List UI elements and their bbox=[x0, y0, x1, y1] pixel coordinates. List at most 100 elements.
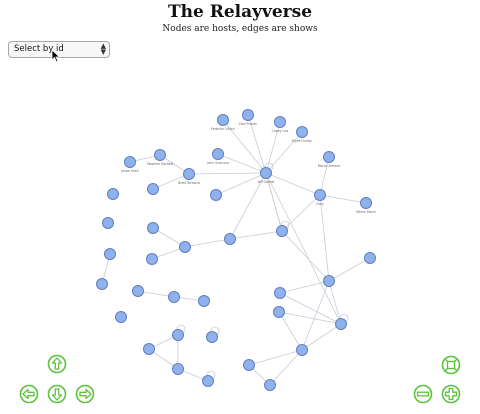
graph-node[interactable] bbox=[206, 331, 218, 343]
zoom-out-button[interactable] bbox=[413, 384, 433, 404]
node-circle[interactable] bbox=[147, 183, 159, 195]
graph-edge bbox=[215, 172, 267, 196]
graph-node[interactable] bbox=[172, 329, 184, 341]
graph-node[interactable] bbox=[276, 225, 288, 237]
node-circle[interactable] bbox=[202, 375, 214, 387]
graph-node[interactable] bbox=[132, 285, 144, 297]
graph-node[interactable]: Stephen Hackett bbox=[147, 149, 174, 167]
node-circle[interactable] bbox=[273, 306, 285, 318]
graph-node[interactable] bbox=[96, 278, 108, 290]
node-circle[interactable] bbox=[243, 359, 255, 371]
node-circle[interactable] bbox=[264, 379, 276, 391]
pan-down-button[interactable] bbox=[47, 384, 67, 404]
node-circle[interactable] bbox=[296, 344, 308, 356]
node-circle[interactable] bbox=[172, 329, 184, 341]
node-circle[interactable] bbox=[206, 331, 218, 343]
graph-edge bbox=[279, 280, 330, 294]
graph-node[interactable] bbox=[296, 344, 308, 356]
graph-node[interactable] bbox=[172, 363, 184, 375]
graph-node[interactable] bbox=[104, 248, 116, 260]
node-circle[interactable] bbox=[168, 291, 180, 303]
graph-node[interactable] bbox=[179, 241, 191, 253]
node-label: Brett Terpstra bbox=[178, 181, 200, 185]
node-label: Merlin Mann bbox=[356, 210, 376, 214]
node-circle[interactable] bbox=[360, 197, 372, 209]
network-graph[interactable]: Dan Frakes Federico Viticci Casey Liss Myke… bbox=[0, 0, 480, 414]
node-circle[interactable] bbox=[172, 363, 184, 375]
graph-edge bbox=[319, 194, 367, 204]
graph-node[interactable]: Federico Viticci bbox=[211, 114, 235, 132]
node-circle[interactable] bbox=[335, 318, 347, 330]
node-circle[interactable] bbox=[179, 241, 191, 253]
node-circle[interactable] bbox=[364, 252, 376, 264]
node-circle[interactable] bbox=[276, 225, 288, 237]
graph-node[interactable] bbox=[243, 359, 255, 371]
graph-node[interactable] bbox=[323, 275, 335, 287]
graph-node[interactable] bbox=[115, 311, 127, 323]
graph-edge bbox=[281, 194, 321, 232]
fit-view-button[interactable] bbox=[441, 355, 461, 375]
node-label: Grey bbox=[316, 202, 324, 206]
node-circle[interactable] bbox=[154, 149, 166, 161]
graph-node[interactable] bbox=[147, 222, 159, 234]
node-circle[interactable] bbox=[217, 114, 229, 126]
pan-left-button[interactable] bbox=[19, 384, 39, 404]
graph-node[interactable] bbox=[364, 252, 376, 264]
node-circle[interactable] bbox=[212, 148, 224, 160]
graph-node[interactable]: Grey bbox=[314, 189, 326, 207]
node-circle[interactable] bbox=[96, 278, 108, 290]
node-circle[interactable] bbox=[183, 168, 195, 180]
node-circle[interactable] bbox=[314, 189, 326, 201]
pan-right-button[interactable] bbox=[75, 384, 95, 404]
zoom-in-button[interactable] bbox=[441, 384, 461, 404]
node-circle[interactable] bbox=[274, 116, 286, 128]
node-circle[interactable] bbox=[132, 285, 144, 297]
graph-node[interactable]: Casey Liss bbox=[272, 116, 289, 134]
node-circle[interactable] bbox=[198, 295, 210, 307]
node-circle[interactable] bbox=[210, 189, 222, 201]
graph-node[interactable] bbox=[107, 188, 119, 200]
graph-node[interactable] bbox=[210, 189, 222, 201]
graph-node[interactable] bbox=[202, 375, 214, 387]
node-circle[interactable] bbox=[107, 188, 119, 200]
node-circle[interactable] bbox=[102, 217, 114, 229]
node-circle[interactable] bbox=[260, 167, 272, 179]
graph-edge bbox=[265, 172, 321, 196]
node-label: Myke Hurley bbox=[292, 139, 312, 143]
pan-up-button[interactable] bbox=[47, 354, 67, 374]
graph-node[interactable]: Jason Snell bbox=[120, 156, 139, 174]
graph-node[interactable] bbox=[147, 183, 159, 195]
graph-nodes[interactable]: Dan Frakes Federico Viticci Casey Liss Myke… bbox=[96, 109, 376, 391]
node-circle[interactable] bbox=[146, 253, 158, 265]
node-label: Casey Liss bbox=[272, 129, 289, 133]
node-circle[interactable] bbox=[224, 233, 236, 245]
node-label: Stephen Hackett bbox=[147, 162, 174, 166]
node-circle[interactable] bbox=[242, 109, 254, 121]
graph-node[interactable]: Myke Hurley bbox=[292, 126, 312, 144]
graph-node[interactable] bbox=[168, 291, 180, 303]
graph-node[interactable] bbox=[143, 343, 155, 355]
graph-node[interactable]: Dan Frakes bbox=[239, 109, 257, 127]
graph-node[interactable] bbox=[335, 318, 347, 330]
graph-node[interactable] bbox=[224, 233, 236, 245]
graph-node[interactable] bbox=[274, 287, 286, 299]
graph-node[interactable] bbox=[198, 295, 210, 307]
node-circle[interactable] bbox=[124, 156, 136, 168]
node-circle[interactable] bbox=[143, 343, 155, 355]
graph-node[interactable] bbox=[146, 253, 158, 265]
graph-node[interactable]: Merlin Mann bbox=[356, 197, 376, 215]
node-circle[interactable] bbox=[147, 222, 159, 234]
graph-node[interactable] bbox=[273, 306, 285, 318]
graph-edge bbox=[281, 230, 330, 282]
graph-edge bbox=[301, 323, 342, 351]
graph-node[interactable] bbox=[102, 217, 114, 229]
node-circle[interactable] bbox=[323, 151, 335, 163]
graph-node[interactable]: Marco Arment bbox=[318, 151, 341, 169]
node-circle[interactable] bbox=[115, 311, 127, 323]
node-circle[interactable] bbox=[296, 126, 308, 138]
node-circle[interactable] bbox=[104, 248, 116, 260]
graph-edge bbox=[278, 311, 303, 351]
graph-node[interactable] bbox=[264, 379, 276, 391]
node-circle[interactable] bbox=[274, 287, 286, 299]
node-circle[interactable] bbox=[323, 275, 335, 287]
